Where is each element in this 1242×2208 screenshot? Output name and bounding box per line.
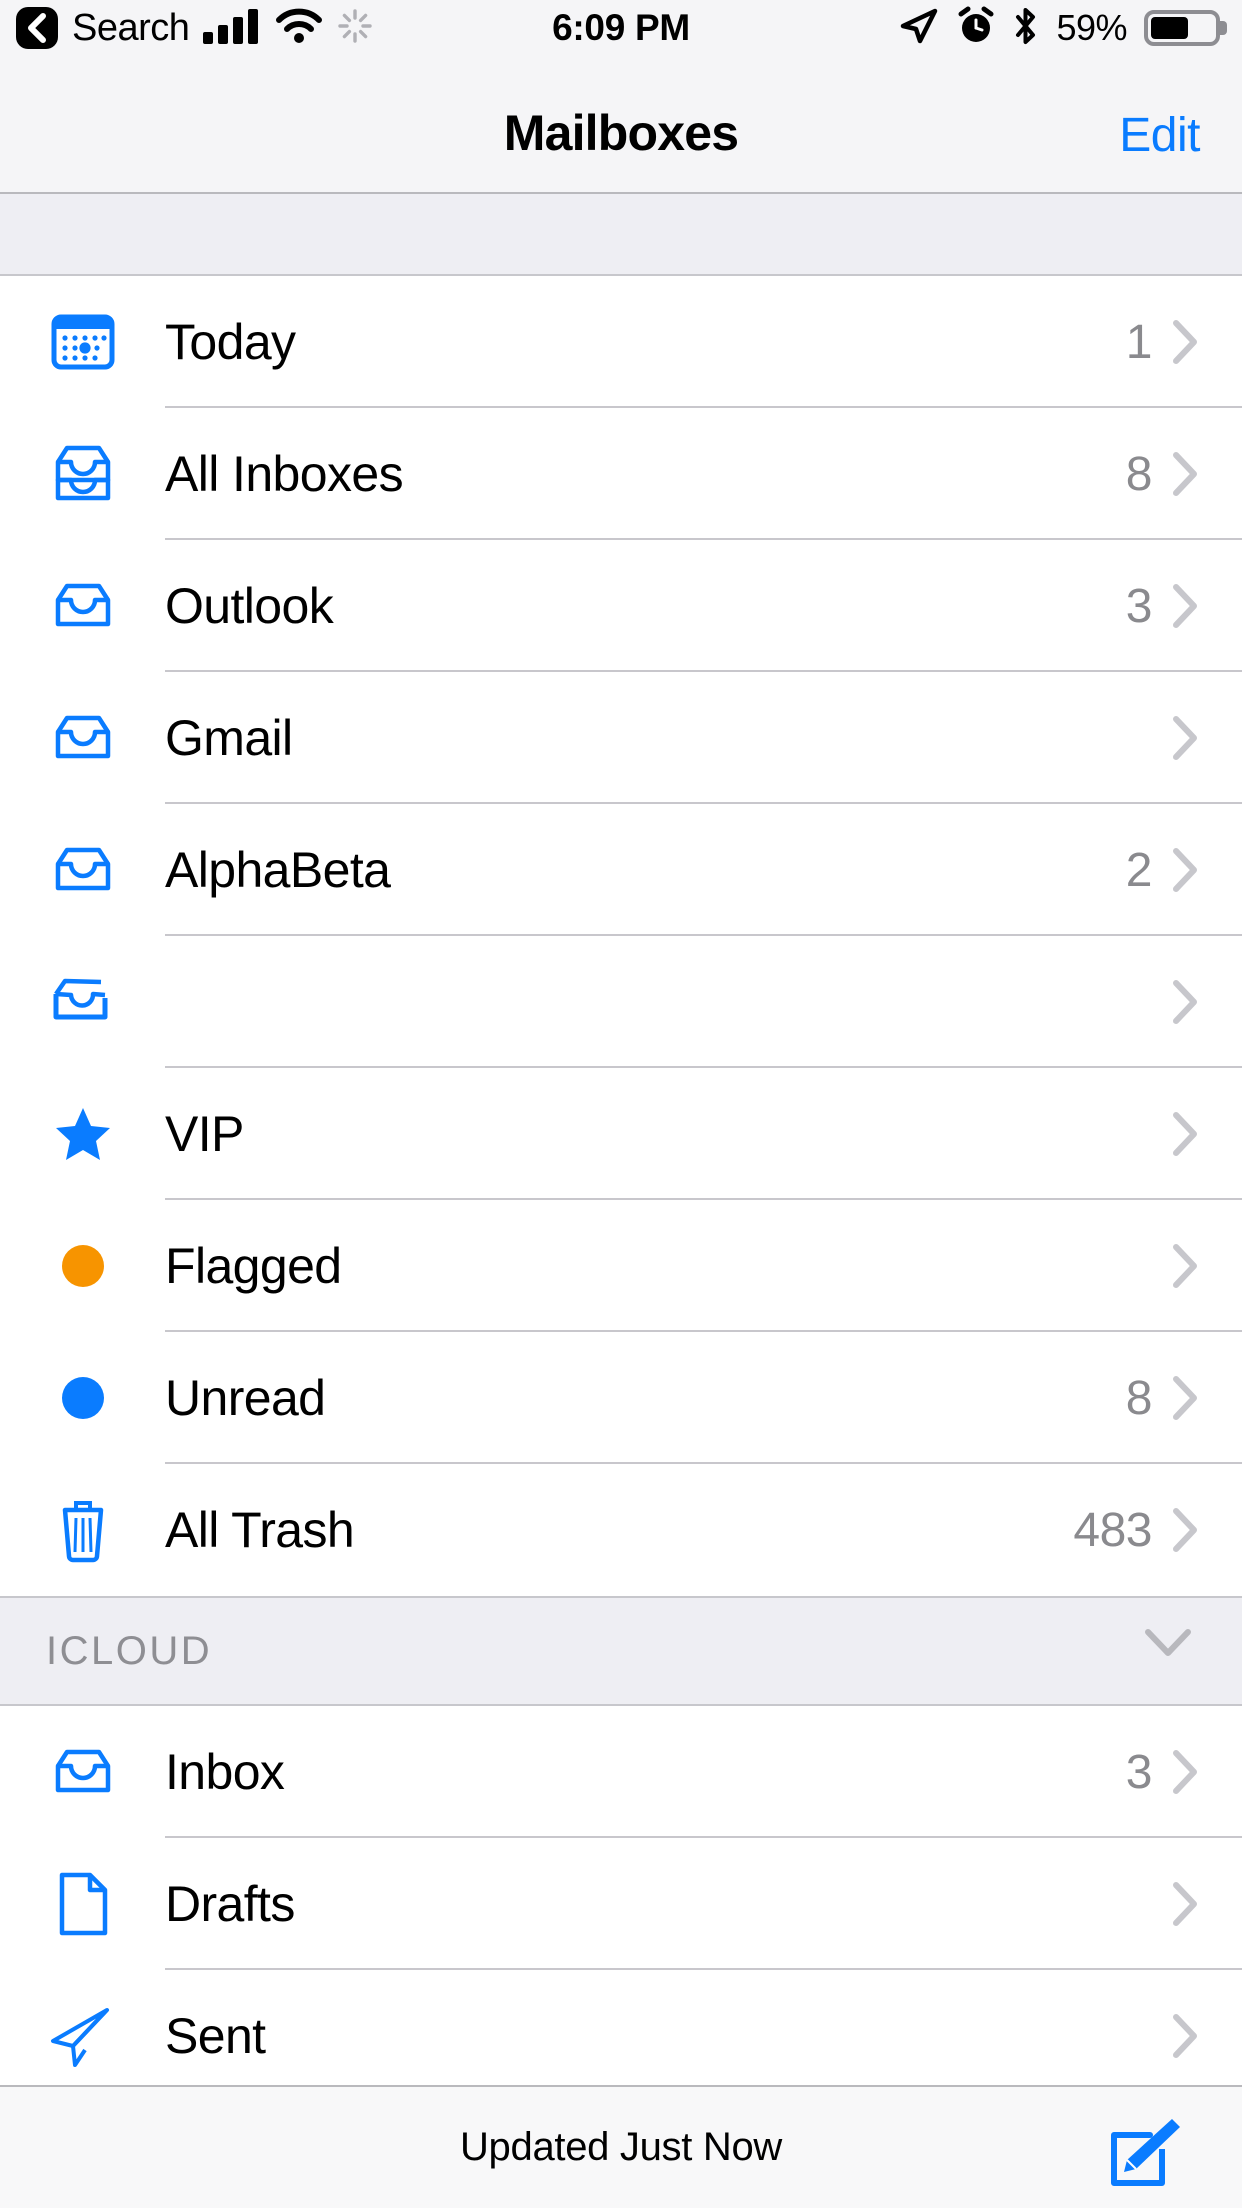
list-item[interactable]: Unread 8 [0, 1332, 1242, 1464]
alarm-clock-icon [956, 6, 996, 51]
inbox-tray-icon [0, 672, 165, 804]
draft-page-icon [0, 1838, 165, 1970]
calendar-today-icon [0, 276, 165, 408]
list-item-count: 3 [1125, 1745, 1153, 1799]
list-item[interactable]: AlphaBeta 2 [0, 804, 1242, 936]
battery-percent-label: 59% [1056, 7, 1127, 48]
chevron-right-icon [1170, 2011, 1242, 2061]
trash-icon [0, 1464, 165, 1596]
list-item[interactable]: All Trash 483 [0, 1464, 1242, 1596]
stacked-inbox-tray-icon [0, 408, 165, 540]
list-item-count: 8 [1125, 447, 1153, 501]
list-item[interactable] [0, 936, 1242, 1068]
list-item[interactable]: Today 1 [0, 276, 1242, 408]
chevron-right-icon [1170, 1241, 1242, 1291]
status-bar-right: 59% [899, 6, 1220, 51]
chevron-right-icon [1170, 581, 1242, 631]
list-item-label: Gmail [165, 710, 293, 766]
chevron-down-icon[interactable] [1142, 1626, 1194, 1665]
navigation-bar: Mailboxes Edit [0, 56, 1242, 194]
section-icloud: Inbox 3 Drafts Sent [0, 1706, 1242, 2085]
inbox-tray-icon [0, 540, 165, 672]
list-item-label: Flagged [165, 1238, 342, 1294]
list-item-label: AlphaBeta [165, 842, 391, 898]
list-item[interactable]: All Inboxes 8 [0, 408, 1242, 540]
star-icon [0, 1068, 165, 1200]
chevron-right-icon [1170, 1505, 1242, 1555]
list-item[interactable]: Inbox 3 [0, 1706, 1242, 1838]
section-header-icloud[interactable]: ICLOUD [0, 1596, 1242, 1706]
list-item[interactable]: Drafts [0, 1838, 1242, 1970]
edit-button[interactable]: Edit [1119, 108, 1200, 163]
page-title: Mailboxes [503, 105, 739, 161]
list-item[interactable]: Sent [0, 1970, 1242, 2085]
battery-icon [1144, 10, 1220, 46]
list-item[interactable]: Flagged [0, 1200, 1242, 1332]
list-item-count: 8 [1125, 1371, 1153, 1425]
section-header-label: ICLOUD [46, 1628, 213, 1673]
list-item-label: All Inboxes [165, 446, 404, 502]
paper-plane-icon [0, 1970, 165, 2085]
chevron-right-icon [1170, 1373, 1242, 1423]
chevron-right-icon [1170, 1109, 1242, 1159]
chevron-right-icon [1170, 713, 1242, 763]
chevron-right-icon [1170, 1879, 1242, 1929]
orange-dot-icon [0, 1200, 165, 1332]
inbox-tray-partial-icon [0, 936, 165, 1068]
blue-dot-icon [0, 1332, 165, 1464]
chevron-right-icon [1170, 449, 1242, 499]
list-item[interactable]: Outlook 3 [0, 540, 1242, 672]
chevron-right-icon [1170, 977, 1242, 1027]
section-header-spacer [0, 194, 1242, 276]
list-item-count: 1 [1125, 315, 1153, 369]
mailbox-list[interactable]: Today 1 All Inboxes 8 Outlook 3 Gmail Al… [0, 194, 1242, 2085]
list-item[interactable]: Gmail [0, 672, 1242, 804]
list-item-count: 2 [1125, 843, 1153, 897]
list-item-count: 483 [1073, 1503, 1152, 1557]
list-item-label: Today [165, 314, 296, 370]
inbox-tray-icon [0, 804, 165, 936]
list-item[interactable]: VIP [0, 1068, 1242, 1200]
list-item-label: Unread [165, 1370, 326, 1426]
list-item-label: Drafts [165, 1876, 295, 1932]
list-item-count: 3 [1125, 579, 1153, 633]
status-bar: Search 6:09 PM 59% [0, 0, 1242, 56]
list-item-label: Outlook [165, 578, 334, 634]
update-status-label: Updated Just Now [459, 2125, 783, 2169]
inbox-tray-icon [0, 1706, 165, 1838]
chevron-right-icon [1170, 1747, 1242, 1797]
location-arrow-icon [899, 7, 939, 50]
list-item-label: VIP [165, 1106, 244, 1162]
list-item-label: Sent [165, 2008, 266, 2064]
bottom-toolbar: Updated Just Now [0, 2085, 1242, 2208]
compose-icon[interactable] [1106, 2113, 1184, 2196]
section-smart-mailboxes: Today 1 All Inboxes 8 Outlook 3 Gmail Al… [0, 276, 1242, 1596]
list-item-label: All Trash [165, 1502, 355, 1558]
list-item-label: Inbox [165, 1744, 285, 1800]
bluetooth-icon [1013, 6, 1039, 51]
chevron-right-icon [1170, 845, 1242, 895]
mail-app-screen: Search 6:09 PM 59% Mailboxes Edit Today … [0, 0, 1242, 2208]
chevron-right-icon [1170, 317, 1242, 367]
